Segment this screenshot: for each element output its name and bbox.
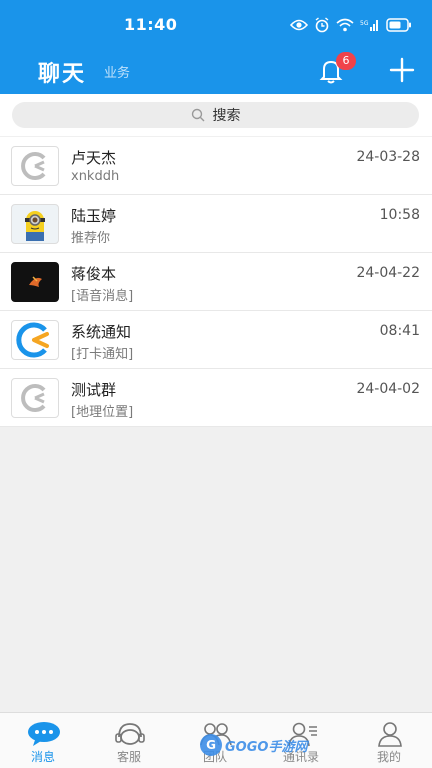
search-bar: 搜索 [0,94,432,136]
status-icons: 5G [290,16,412,34]
tab-label: 客服 [116,750,141,764]
chat-row[interactable]: 卢天杰 xnkddh 24-03-28 [0,137,432,195]
svg-text:5G: 5G [360,20,369,27]
person-icon [378,722,402,747]
chat-time: 24-03-28 [356,149,420,165]
tab-customer-service[interactable]: 客服 [86,713,172,768]
watermark-text: GOGO手游网 [225,739,308,755]
chat-preview: [地理位置] [71,405,134,420]
status-bar: 11:40 5G [0,0,432,48]
notification-badge: 6 [336,52,356,70]
search-icon [191,108,204,122]
avatar [11,204,59,244]
page-subtitle[interactable]: 业务 [104,62,130,81]
tab-label: 消息 [30,750,55,764]
chat-name: 陆玉婷 [71,207,117,225]
battery-icon [386,18,411,32]
chat-name: 卢天杰 [71,149,117,167]
tab-label: 我的 [376,750,401,764]
chat-time: 08:41 [379,323,420,339]
wifi-icon [336,18,354,32]
chat-row[interactable]: 蒋俊本 [语音消息] 24-04-22 [0,253,432,311]
chat-preview: xnkddh [71,169,120,184]
chat-row[interactable]: 系统通知 [打卡通知] 08:41 [0,311,432,369]
app-logo-icon [21,152,46,180]
minion-avatar-icon [25,211,45,241]
avatar [11,320,59,360]
watermark-logo-icon: G [200,734,222,756]
dark-photo-avatar-icon [29,276,42,287]
app-logo-icon [16,322,49,358]
watermark: G GOGO手游网 [200,730,307,760]
app-header: 11:40 5G 聊天 业务 6 [0,0,432,94]
tab-profile[interactable]: 我的 [346,713,432,768]
chat-name: 蒋俊本 [71,265,117,283]
avatar [11,378,59,418]
search-input[interactable]: 搜索 [12,102,419,128]
chat-list: 卢天杰 xnkddh 24-03-28 陆玉婷 推荐你 10:58 蒋俊本 [语… [0,137,432,427]
chat-preview: [打卡通知] [71,347,134,362]
signal-icon: 5G [360,20,378,31]
page-title: 聊天 [38,62,87,87]
avatar [11,146,59,186]
chat-bubble-icon [28,722,60,746]
chat-time: 10:58 [379,207,420,223]
chat-row[interactable]: 测试群 [地理位置] 24-04-02 [0,369,432,427]
chat-time: 24-04-02 [356,381,420,397]
tab-messages[interactable]: 消息 [0,713,86,768]
app-logo-icon [21,384,46,412]
chat-preview: 推荐你 [71,231,111,246]
status-time: 11:40 [124,15,178,34]
chat-preview: [语音消息] [71,289,134,304]
headset-icon [115,723,145,745]
chat-row[interactable]: 陆玉婷 推荐你 10:58 [0,195,432,253]
avatar [11,262,59,302]
search-placeholder: 搜索 [212,108,241,124]
alarm-icon [315,17,329,33]
chat-time: 24-04-22 [356,265,420,281]
chat-name: 测试群 [71,381,117,399]
chat-name: 系统通知 [71,323,132,341]
add-icon[interactable] [388,56,416,84]
eye-icon [290,19,308,31]
